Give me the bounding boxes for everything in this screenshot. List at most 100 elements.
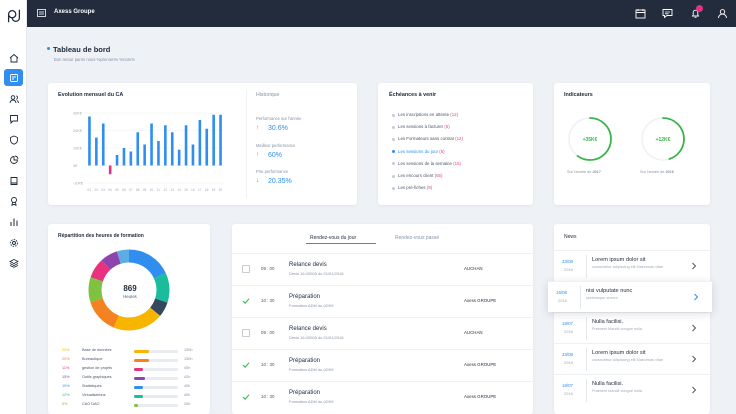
nav-layers-icon[interactable] [4,254,23,271]
notification-bell-icon[interactable] [689,5,703,20]
checkmark-icon[interactable] [242,393,250,401]
bar[interactable] [212,114,215,166]
rendezvous-row[interactable]: 10 : 30 Préparation Formation ADM du 02/09… [232,285,533,315]
title-dot [47,47,50,50]
echeance-item[interactable]: Les inscriptions en attente (12) [398,112,458,117]
bar[interactable] [164,125,167,166]
news-title: Nulla facilisi. [592,381,624,387]
bar[interactable] [95,137,98,166]
menu-icon[interactable] [37,9,46,17]
bar[interactable] [150,123,153,166]
bar[interactable] [115,155,119,166]
checkmark-icon[interactable] [242,361,250,369]
bar[interactable] [108,165,112,175]
rendezvous-row[interactable]: 10 : 30 Préparation Formation ADM du 02/09… [232,349,533,379]
echeance-item[interactable]: Les sessions de la semaine (15) [398,161,461,166]
news-item[interactable]: 16/08 2016 nisi vulputate nunc scelerisque … [548,281,712,312]
checkbox[interactable] [242,329,250,337]
legend-pct: 20% [62,357,70,361]
nav-shield-icon[interactable] [4,131,23,148]
donut-unit: Heures [123,294,137,299]
echeance-label: Les sessions de la semaine [398,160,452,166]
bar[interactable] [101,123,105,166]
legend-progress-fill [134,376,145,380]
nav-book-icon[interactable] [4,172,23,189]
rdv-title: Relance devis [289,326,327,332]
news-date: 23/08 [562,352,573,357]
chat-icon[interactable] [661,7,674,20]
nav-bar-chart-icon[interactable] [4,213,23,230]
rendezvous-row[interactable]: 10 : 30 Préparation Formation ADM du 02/09… [232,381,533,411]
news-item[interactable]: 23/08 2016 Lorem ipsum dolor sit consectetu… [554,343,710,374]
legend-hours: 150h [184,357,193,361]
legend-pct: 10% [62,384,70,388]
bar[interactable] [170,132,174,166]
stat-worst-value: 20.35% [268,178,292,185]
x-tick-label: 16 [191,188,195,192]
caption-year: 2016 [665,170,674,174]
bar[interactable] [205,128,209,166]
news-item[interactable]: 19/07 2016 Nulla facilisi. Praesent blandit… [554,374,710,405]
checkmark-icon[interactable] [242,297,250,305]
chevron-right-icon[interactable] [690,385,698,395]
rendezvous-row[interactable]: 09 : 00 Relance devis Devis 16.00005 du 01… [232,253,533,283]
ca-divider [246,90,247,198]
news-separator [586,255,587,278]
bar[interactable] [143,144,146,166]
nav-messages-icon[interactable] [4,110,23,127]
stat-year-label: Performance sur l'année [256,116,302,121]
nav-dashboard-icon[interactable] [4,69,23,86]
rdv-client: AUCHAN [464,266,483,271]
legend-pct: 12% [62,393,70,397]
echeance-item[interactable]: Les sessions du jour (5) [398,149,445,154]
news-year: 2016 [564,267,573,272]
calendar-icon[interactable] [634,7,647,20]
bar[interactable] [129,151,133,166]
bar[interactable] [157,141,160,166]
echeance-item[interactable]: Les Formateurs sans contrat (12) [398,136,463,141]
news-excerpt: consectetur adipiscing elit Maecenas vit… [592,358,664,362]
echeance-item[interactable]: Les sessions à facturer (5) [398,124,450,129]
news-separator [580,286,581,309]
bar[interactable] [191,144,195,166]
echeance-count: (15) [453,160,461,166]
rendezvous-row[interactable]: 09 : 00 Relance devis Devis 16.00005 du 01… [232,317,533,347]
arrow-up-icon: ↑ [256,151,260,158]
chevron-right-icon[interactable] [690,354,698,364]
echeance-item[interactable]: Les encours client (65) [398,173,442,178]
nav-users-icon[interactable] [4,90,23,107]
bar[interactable] [184,125,188,166]
app-logo-icon[interactable] [5,7,23,25]
bar[interactable] [88,116,91,166]
news-item[interactable]: 19/07 2016 Nulla facilisi. Praesent blandit… [554,312,710,343]
bar[interactable] [198,120,202,166]
legend-row: 12% Virtualisations 40h [62,393,202,399]
nav-home-icon[interactable] [4,49,23,66]
checkbox[interactable] [242,265,250,273]
echeance-count: (5) [439,148,445,154]
bar[interactable] [219,114,222,166]
user-profile-icon[interactable] [716,7,729,20]
rdv-time: 10 : 30 [261,362,275,367]
bar[interactable] [122,148,126,166]
news-item[interactable]: 23/08 2016 Lorem ipsum dolor sit consectetu… [554,250,710,281]
ca-bar-chart: 30K€20K€10K€0€-10K€01 02 03 04 05 06 07 08 09 10 1… [73,111,224,192]
y-tick-label: 0€ [73,164,78,168]
chevron-right-icon[interactable] [692,292,700,302]
tab-rdv-jour[interactable]: Rendez-vous du jour [310,235,356,241]
x-tick-label: 13 [170,188,174,192]
nav-award-icon[interactable] [4,192,23,209]
news-date: 19/07 [562,321,573,326]
echeance-label: Les inscriptions en attente [398,112,450,117]
bullet-dot [392,137,395,141]
bar[interactable] [136,132,140,166]
legend-progress-bar [134,385,178,389]
chevron-right-icon[interactable] [690,261,698,271]
legend-progress-bar [134,394,178,398]
bar[interactable] [177,149,181,166]
nav-pie-chart-icon[interactable] [4,151,23,168]
tab-rdv-passe[interactable]: Rendez-vous passé [395,235,439,241]
echeance-item[interactable]: Les pré-fiches (9) [398,185,432,190]
chevron-right-icon[interactable] [690,323,698,333]
nav-settings-icon[interactable] [4,234,23,251]
